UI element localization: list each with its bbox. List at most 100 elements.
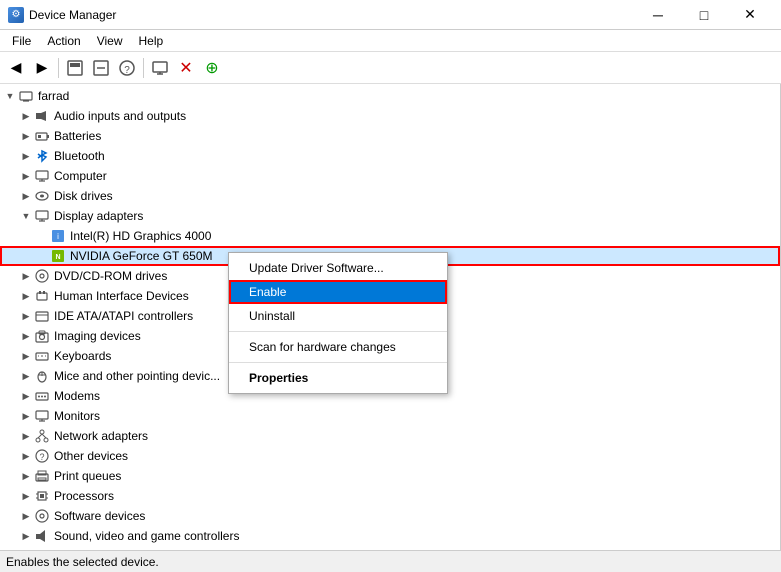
tree-item-software[interactable]: ▶ Software devices	[0, 506, 780, 526]
context-menu: Update Driver Software... Enable Uninsta…	[228, 252, 448, 394]
toolbar-btn-add[interactable]: ⊕	[200, 56, 224, 80]
menu-help[interactable]: Help	[131, 32, 172, 50]
toolbar-btn-remove[interactable]: ✕	[174, 56, 198, 80]
minimize-button[interactable]: ─	[635, 0, 681, 30]
mice-icon	[34, 368, 50, 384]
nvidia-label: NVIDIA GeForce GT 650M	[70, 249, 213, 263]
batteries-expand[interactable]: ▶	[18, 128, 34, 144]
main-area: ▼ farrad ▶ Audio inputs and outputs ▶ Ba…	[0, 84, 781, 550]
ctx-enable[interactable]: Enable	[229, 280, 447, 304]
print-label: Print queues	[54, 469, 121, 483]
forward-button[interactable]: ▶	[30, 56, 54, 80]
root-label: farrad	[38, 89, 69, 103]
bluetooth-label: Bluetooth	[54, 149, 105, 163]
print-expand[interactable]: ▶	[18, 468, 34, 484]
proc-icon	[34, 488, 50, 504]
svg-text:N: N	[55, 254, 60, 261]
toolbar: ◀ ▶ ? ✕ ⊕	[0, 52, 781, 84]
hid-expand[interactable]: ▶	[18, 288, 34, 304]
imaging-label: Imaging devices	[54, 329, 141, 343]
tree-item-batteries[interactable]: ▶ Batteries	[0, 126, 780, 146]
modems-expand[interactable]: ▶	[18, 388, 34, 404]
dvd-expand[interactable]: ▶	[18, 268, 34, 284]
tree-item-proc[interactable]: ▶ Processors	[0, 486, 780, 506]
root-icon	[18, 88, 34, 104]
tree-item-monitors[interactable]: ▶ Monitors	[0, 406, 780, 426]
back-button[interactable]: ◀	[4, 56, 28, 80]
tree-item-network[interactable]: ▶ Network adapters	[0, 426, 780, 446]
computer-icon	[34, 168, 50, 184]
storage-icon	[34, 548, 50, 550]
tree-root[interactable]: ▼ farrad	[0, 86, 780, 106]
display-label: Display adapters	[54, 209, 143, 223]
imaging-icon	[34, 328, 50, 344]
tree-item-intel[interactable]: i Intel(R) HD Graphics 4000	[0, 226, 780, 246]
toolbar-btn-help[interactable]: ?	[115, 56, 139, 80]
ctx-properties[interactable]: Properties	[229, 366, 447, 390]
display-expand[interactable]: ▼	[18, 208, 34, 224]
close-button[interactable]: ✕	[727, 0, 773, 30]
status-bar: Enables the selected device.	[0, 550, 781, 572]
audio-label: Audio inputs and outputs	[54, 109, 186, 123]
ctx-scan[interactable]: Scan for hardware changes	[229, 335, 447, 359]
sound-icon	[34, 528, 50, 544]
disk-expand[interactable]: ▶	[18, 188, 34, 204]
ide-icon	[34, 308, 50, 324]
dvd-label: DVD/CD-ROM drives	[54, 269, 167, 283]
tree-item-computer[interactable]: ▶ Computer	[0, 166, 780, 186]
storage-expand[interactable]: ▶	[18, 548, 34, 550]
tree-item-storage[interactable]: ▶ Storage controllers	[0, 546, 780, 550]
sound-expand[interactable]: ▶	[18, 528, 34, 544]
proc-expand[interactable]: ▶	[18, 488, 34, 504]
svg-text:?: ?	[39, 452, 44, 462]
ctx-update[interactable]: Update Driver Software...	[229, 256, 447, 280]
mice-label: Mice and other pointing devic...	[54, 369, 220, 383]
hid-label: Human Interface Devices	[54, 289, 189, 303]
tree-item-sound[interactable]: ▶ Sound, video and game controllers	[0, 526, 780, 546]
software-expand[interactable]: ▶	[18, 508, 34, 524]
status-text: Enables the selected device.	[6, 555, 159, 569]
toolbar-separator-2	[143, 58, 144, 78]
tree-item-display[interactable]: ▼ Display adapters	[0, 206, 780, 226]
display-icon	[34, 208, 50, 224]
ctx-separator-2	[229, 362, 447, 363]
keyboards-label: Keyboards	[54, 349, 111, 363]
toolbar-btn-computer[interactable]	[148, 56, 172, 80]
tree-item-audio[interactable]: ▶ Audio inputs and outputs	[0, 106, 780, 126]
mice-expand[interactable]: ▶	[18, 368, 34, 384]
tree-item-other[interactable]: ▶ ? Other devices	[0, 446, 780, 466]
tree-item-disk[interactable]: ▶ Disk drives	[0, 186, 780, 206]
tree-item-bluetooth[interactable]: ▶ Bluetooth	[0, 146, 780, 166]
other-expand[interactable]: ▶	[18, 448, 34, 464]
tree-item-print[interactable]: ▶ Print queues	[0, 466, 780, 486]
computer-expand[interactable]: ▶	[18, 168, 34, 184]
root-expand[interactable]: ▼	[2, 88, 18, 104]
title-bar: ⚙ Device Manager ─ □ ✕	[0, 0, 781, 30]
audio-expand[interactable]: ▶	[18, 108, 34, 124]
batteries-label: Batteries	[54, 129, 101, 143]
monitors-label: Monitors	[54, 409, 100, 423]
menu-file[interactable]: File	[4, 32, 39, 50]
bluetooth-expand[interactable]: ▶	[18, 148, 34, 164]
maximize-button[interactable]: □	[681, 0, 727, 30]
network-expand[interactable]: ▶	[18, 428, 34, 444]
ctx-uninstall[interactable]: Uninstall	[229, 304, 447, 328]
app-icon: ⚙	[8, 7, 24, 23]
software-icon	[34, 508, 50, 524]
toolbar-btn-2[interactable]	[89, 56, 113, 80]
monitors-expand[interactable]: ▶	[18, 408, 34, 424]
modems-icon	[34, 388, 50, 404]
menu-view[interactable]: View	[89, 32, 131, 50]
toolbar-separator-1	[58, 58, 59, 78]
keyboards-expand[interactable]: ▶	[18, 348, 34, 364]
computer-label: Computer	[54, 169, 107, 183]
ctx-separator-1	[229, 331, 447, 332]
dvd-icon	[34, 268, 50, 284]
nvidia-icon: N	[50, 248, 66, 264]
imaging-expand[interactable]: ▶	[18, 328, 34, 344]
toolbar-btn-1[interactable]	[63, 56, 87, 80]
software-label: Software devices	[54, 509, 145, 523]
ide-expand[interactable]: ▶	[18, 308, 34, 324]
menu-action[interactable]: Action	[39, 32, 88, 50]
hid-icon	[34, 288, 50, 304]
